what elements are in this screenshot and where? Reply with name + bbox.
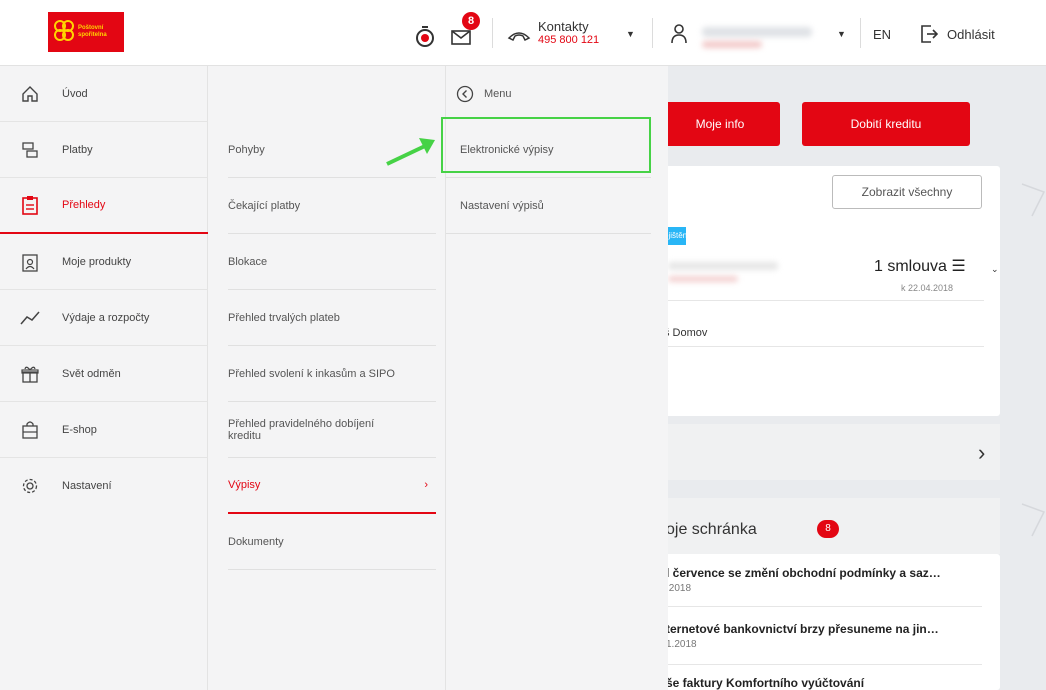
submenu-item-cekajici-platby[interactable]: Čekající platby: [228, 178, 436, 234]
menu-item-elektronicke-vypisy[interactable]: Elektronické výpisy: [446, 122, 651, 178]
back-circle-icon: [456, 85, 474, 103]
mail-item[interactable]: l července se změní obchodní podmínky a …: [666, 566, 988, 594]
submenu-item-label: Pohyby: [228, 143, 265, 156]
menu-back-label: Menu: [484, 88, 512, 100]
mailbox-badge: 8: [817, 520, 839, 538]
clipboard-icon: [20, 195, 40, 215]
menu-item-label: Moje produkty: [62, 255, 132, 268]
submenu-item-vypisy[interactable]: Výpisy ›: [228, 458, 436, 514]
contracts-date: k 22.04.2018: [901, 283, 954, 293]
contracts-chevron-icon[interactable]: ⌄: [991, 264, 999, 275]
bank-logo[interactable]: Poštovní spořitelna: [48, 12, 124, 52]
menu-item-label: Nastavení výpisů: [460, 199, 544, 212]
menu-item-platby[interactable]: Platby: [0, 122, 208, 178]
menu-item-moje-produkty[interactable]: Moje produkty: [0, 234, 208, 290]
trend-icon: [20, 308, 40, 328]
mail-item[interactable]: še faktury Komfortního vyúčtování: [666, 676, 988, 690]
submenu-item-label: Čekající platby: [228, 199, 301, 212]
language-switch[interactable]: EN: [873, 27, 891, 42]
submenu-item-label: Dokumenty: [228, 535, 284, 548]
gear-icon: [20, 476, 40, 496]
show-all-button[interactable]: Zobrazit všechny: [832, 175, 982, 209]
menu-item-vydaje-a-rozpocty[interactable]: Výdaje a rozpočty: [0, 290, 208, 346]
row-divider: [668, 300, 984, 301]
menu-item-label: Nastavení: [62, 480, 112, 492]
menu-item-label: Elektronické výpisy: [460, 143, 554, 156]
menu-item-label: E-shop: [62, 423, 97, 436]
submenu-item-label: Přehled svolení k inkasům a SIPO: [228, 367, 395, 380]
coins-icon: [20, 140, 40, 160]
submenu-item-label: Přehled pravidelného dobíjení kreditu: [228, 417, 375, 442]
home-icon: [20, 84, 40, 104]
menu-item-svet-odmen[interactable]: Svět odměn: [0, 346, 208, 402]
menu-item-e-shop[interactable]: E-shop: [0, 402, 208, 458]
top-up-credit-button[interactable]: Dobití kreditu: [802, 102, 970, 146]
mail-subject: še faktury Komfortního vyúčtování: [666, 676, 865, 690]
timer-icon[interactable]: [414, 25, 436, 47]
product-name[interactable]: š Domov: [664, 327, 707, 339]
row-divider: [666, 606, 982, 607]
submenu-item-trvale-platby[interactable]: Přehled trvalých plateb: [228, 290, 436, 346]
contacts-dropdown-icon[interactable]: ▼: [626, 29, 635, 39]
row-divider: [666, 664, 982, 665]
user-name-redacted: [702, 27, 812, 37]
contacts-phone[interactable]: 495 800 121: [538, 34, 599, 46]
menu-item-label: Svět odměn: [62, 367, 121, 380]
user-card-icon: [20, 252, 40, 272]
menu-item-label: Výdaje a rozpočty: [62, 311, 150, 324]
submenu-item-svoleni-k-inkasum[interactable]: Přehled svolení k inkasům a SIPO: [228, 346, 436, 402]
redacted-text: [668, 262, 778, 270]
submenu-item-dobijeni-kreditu[interactable]: Přehled pravidelného dobíjení kreditu: [228, 402, 436, 458]
row-divider: [668, 346, 984, 347]
mail-subject: l července se změní obchodní podmínky a …: [666, 566, 941, 580]
clover-icon: [54, 20, 74, 41]
user-id-redacted: [702, 41, 762, 48]
submenu-item-dokumenty[interactable]: Dokumenty: [228, 514, 436, 570]
chevron-right-icon: ›: [424, 479, 428, 491]
decorative-shape-icon: [1021, 503, 1046, 537]
decorative-shape-icon: [1021, 183, 1046, 217]
menu-item-label: Úvod: [62, 87, 88, 100]
chevron-right-icon[interactable]: ›: [978, 440, 985, 466]
logout-icon[interactable]: [919, 23, 939, 45]
submenu-item-blokace[interactable]: Blokace: [228, 234, 436, 290]
header-divider: [860, 18, 861, 48]
submenu-item-label: Přehled trvalých plateb: [228, 311, 340, 324]
user-icon[interactable]: [668, 22, 690, 46]
green-arrow-icon: [386, 138, 435, 166]
my-info-button[interactable]: Moje info: [660, 102, 780, 146]
contacts-label[interactable]: Kontakty: [538, 20, 589, 34]
menu-item-nastaveni-vypisu[interactable]: Nastavení výpisů: [446, 178, 651, 234]
logo-text: Poštovní spořitelna: [78, 25, 107, 38]
shopping-bag-icon: [20, 420, 40, 440]
submenu-item-label: Blokace: [228, 255, 268, 268]
header-divider: [652, 18, 653, 48]
menu-back-button[interactable]: Menu: [446, 66, 668, 122]
top-header: Poštovní spořitelna 8 Kontakty 495 800 1…: [0, 0, 1046, 66]
messages-badge: 8: [462, 12, 480, 30]
mail-item[interactable]: ternetové bankovnictví brzy přesuneme na…: [666, 622, 988, 650]
submenu-item-label: Výpisy: [228, 479, 261, 491]
user-dropdown-icon[interactable]: ▼: [837, 29, 846, 39]
redacted-text: [668, 276, 738, 282]
gift-icon: [20, 364, 40, 384]
logout-link[interactable]: Odhlásit: [947, 27, 995, 42]
mail-subject: ternetové bankovnictví brzy přesuneme na…: [666, 622, 939, 636]
menu-item-label: Platby: [62, 143, 93, 156]
menu-item-label: Přehledy: [62, 199, 106, 211]
menu-item-prehledy[interactable]: Přehledy: [0, 178, 208, 234]
phone-icon: [506, 28, 532, 44]
mailbox-title: oje schránka: [666, 521, 757, 538]
header-divider: [492, 18, 493, 48]
contracts-count[interactable]: 1 smlouva ☰: [874, 256, 966, 276]
mail-date: .2018: [666, 583, 692, 594]
menu-item-nastaveni[interactable]: Nastavení: [0, 458, 208, 514]
mail-date: 1.2018: [666, 639, 697, 650]
card-footer: [660, 424, 1000, 480]
menu-item-uvod[interactable]: Úvod: [0, 66, 208, 122]
tertiary-menu: Menu Elektronické výpisy Nastavení výpis…: [446, 66, 668, 690]
primary-menu: Úvod Platby Přehledy Moje produkty Výdaj…: [0, 66, 208, 690]
